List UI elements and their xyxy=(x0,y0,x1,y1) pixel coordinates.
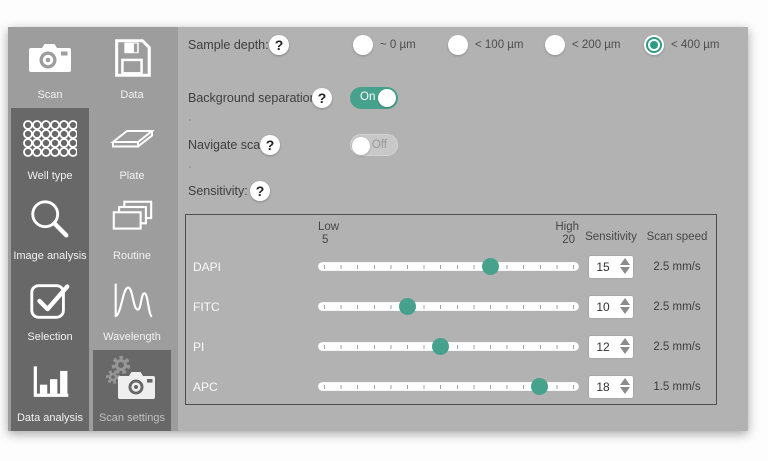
sidebar-item-label: Scan settings xyxy=(99,412,165,424)
sidebar-item-label: Selection xyxy=(27,331,72,343)
navigate-scan-help-icon[interactable]: ? xyxy=(260,135,280,155)
radio-sample-depth-200um[interactable] xyxy=(545,35,565,55)
radio-label: < 200 µm xyxy=(572,39,621,51)
sidebar-item-label: Plate xyxy=(119,170,144,182)
sidebar-item-data-analysis[interactable]: Data analysis xyxy=(11,350,89,431)
radio-sample-depth-400um[interactable] xyxy=(644,35,664,55)
sidebar-item-routine[interactable]: Routine xyxy=(93,189,171,270)
plate-icon xyxy=(93,108,171,170)
sidebar-item-scan-settings[interactable]: Scan settings xyxy=(93,350,171,431)
background-separation-help-icon[interactable]: ? xyxy=(312,88,332,108)
slider-thumb[interactable] xyxy=(531,378,548,395)
background-separation-toggle[interactable]: On xyxy=(350,87,398,109)
sidebar-item-selection[interactable]: Selection xyxy=(11,269,89,350)
sidebar-item-label: Image analysis xyxy=(13,250,86,262)
gear-camera-icon xyxy=(93,350,171,412)
spinner-value: 18 xyxy=(589,380,617,394)
spinner-down-icon[interactable] xyxy=(620,387,630,394)
scan-speed-value: 1.5 mm/s xyxy=(637,381,717,393)
spinner-value: 12 xyxy=(589,340,617,354)
channel-label: DAPI xyxy=(193,260,221,274)
sensitivity-slider-dapi[interactable] xyxy=(318,262,579,271)
sensitivity-spinner-fitc[interactable]: 10 xyxy=(588,295,634,319)
slider-thumb[interactable] xyxy=(399,298,416,315)
sidebar-item-wavelength[interactable]: Wavelength xyxy=(93,269,171,350)
spinner-up-icon[interactable] xyxy=(620,258,630,265)
sidebar: Scan Data xyxy=(8,27,178,431)
spectrum-icon xyxy=(93,269,171,331)
checkbox-icon xyxy=(11,269,89,331)
radio-label: < 400 µm xyxy=(671,39,720,51)
spinner-down-icon[interactable] xyxy=(620,307,630,314)
dot-artifact xyxy=(189,166,191,168)
scan-speed-value: 2.5 mm/s xyxy=(637,341,717,353)
column-header-scan-speed: Scan speed xyxy=(642,231,712,243)
scale-low-value: 5 xyxy=(322,234,328,246)
spinner-value: 15 xyxy=(589,260,617,274)
sidebar-item-label: Data analysis xyxy=(17,412,83,424)
stack-icon xyxy=(93,189,171,251)
scan-settings-panel: Scan Data xyxy=(8,27,748,431)
sensitivity-table: Low 5 High 20 Sensitivity Scan speed DAP… xyxy=(185,214,717,405)
spinner-value: 10 xyxy=(589,300,617,314)
channel-label: FITC xyxy=(193,300,220,314)
sidebar-item-label: Routine xyxy=(113,250,151,262)
sensitivity-slider-apc[interactable] xyxy=(318,382,579,391)
sidebar-item-scan[interactable]: Scan xyxy=(11,27,89,108)
sensitivity-label: Sensitivity: xyxy=(188,184,248,198)
scale-low-label: Low xyxy=(318,221,339,233)
background-separation-label: Background separation: xyxy=(188,91,320,105)
bar-chart-icon xyxy=(11,350,89,412)
dot-artifact xyxy=(189,119,191,121)
column-header-sensitivity: Sensitivity xyxy=(576,231,646,243)
channel-label: APC xyxy=(193,380,218,394)
sample-depth-help-icon[interactable]: ? xyxy=(269,35,289,55)
navigate-scan-toggle[interactable]: Off xyxy=(350,134,398,156)
sidebar-item-label: Wavelength xyxy=(103,331,161,343)
spinner-down-icon[interactable] xyxy=(620,347,630,354)
sensitivity-spinner-pi[interactable]: 12 xyxy=(588,335,634,359)
spinner-down-icon[interactable] xyxy=(620,267,630,274)
sample-depth-label: Sample depth: xyxy=(188,38,269,52)
sensitivity-slider-fitc[interactable] xyxy=(318,302,579,311)
navigate-scan-label: Navigate scan: xyxy=(188,138,271,152)
sensitivity-slider-pi[interactable] xyxy=(318,342,579,351)
sidebar-item-image-analysis[interactable]: Image analysis xyxy=(11,189,89,270)
scale-high-label: High xyxy=(539,221,579,233)
toggle-state-label: Off xyxy=(372,139,387,151)
slider-thumb[interactable] xyxy=(432,338,449,355)
radio-label: ~ 0 µm xyxy=(380,39,416,51)
floppy-icon xyxy=(93,27,171,89)
sensitivity-help-icon[interactable]: ? xyxy=(250,181,270,201)
sidebar-item-well-type[interactable]: Well type xyxy=(11,108,89,189)
sidebar-item-plate[interactable]: Plate xyxy=(93,108,171,189)
sensitivity-spinner-dapi[interactable]: 15 xyxy=(588,255,634,279)
spinner-up-icon[interactable] xyxy=(620,378,630,385)
toggle-knob xyxy=(352,137,370,155)
sidebar-item-label: Scan xyxy=(37,89,62,101)
sidebar-item-label: Well type xyxy=(27,170,72,182)
toggle-knob xyxy=(378,89,396,107)
scan-speed-value: 2.5 mm/s xyxy=(637,261,717,273)
sidebar-item-label: Data xyxy=(120,89,143,101)
radio-label: < 100 µm xyxy=(475,39,524,51)
toggle-state-label: On xyxy=(360,91,375,103)
well-grid-icon xyxy=(11,108,89,170)
channel-label: PI xyxy=(193,340,204,354)
scale-high-value: 20 xyxy=(535,234,575,246)
sensitivity-spinner-apc[interactable]: 18 xyxy=(588,375,634,399)
sidebar-item-data[interactable]: Data xyxy=(93,27,171,108)
radio-sample-depth-0um[interactable] xyxy=(353,35,373,55)
camera-icon xyxy=(11,27,89,89)
magnifier-icon xyxy=(11,189,89,251)
spinner-up-icon[interactable] xyxy=(620,338,630,345)
spinner-up-icon[interactable] xyxy=(620,298,630,305)
radio-sample-depth-100um[interactable] xyxy=(448,35,468,55)
slider-thumb[interactable] xyxy=(482,258,499,275)
scan-speed-value: 2.5 mm/s xyxy=(637,301,717,313)
